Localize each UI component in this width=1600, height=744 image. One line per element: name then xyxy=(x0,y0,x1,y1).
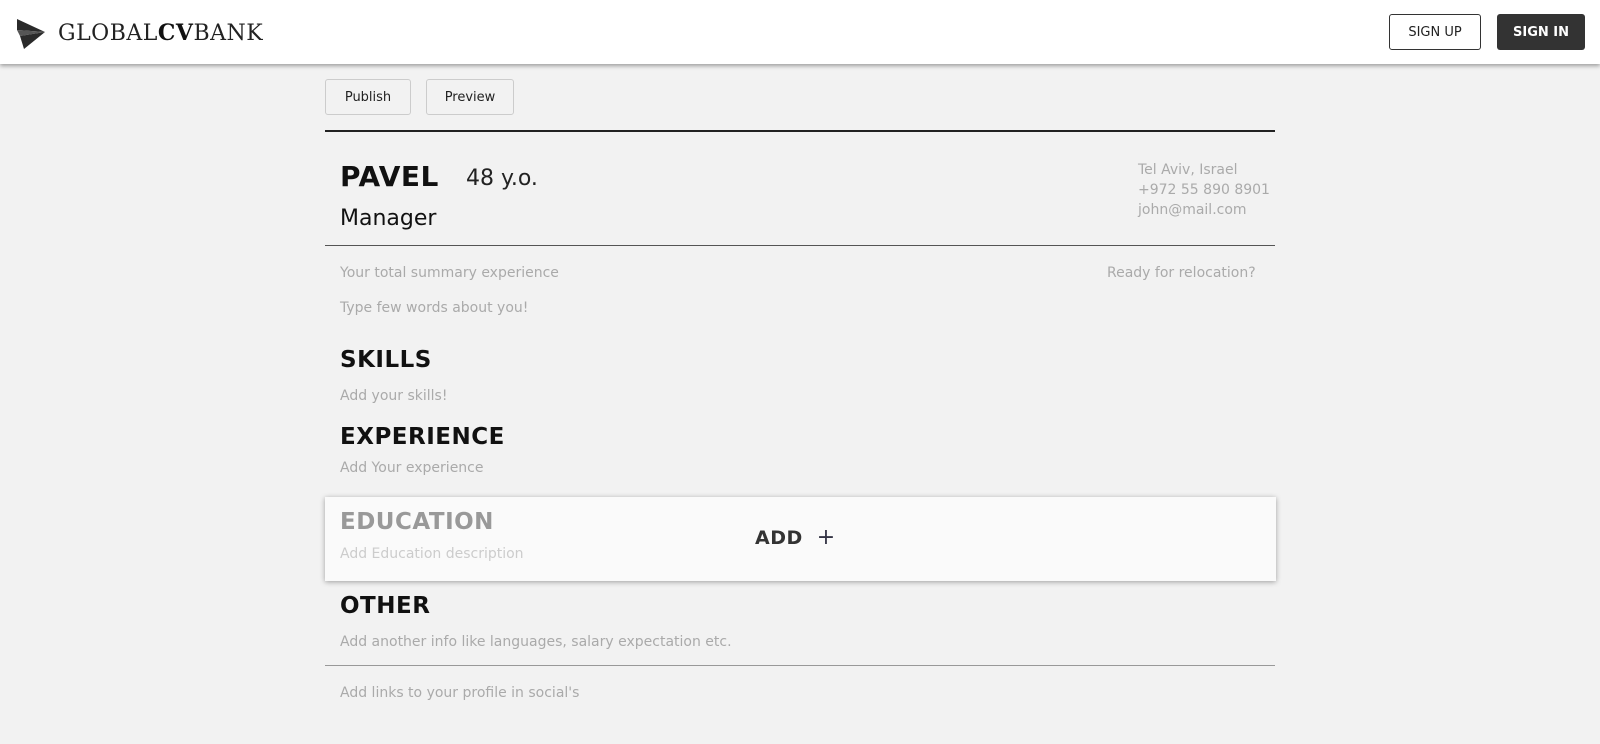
profile-position[interactable]: Manager xyxy=(340,206,436,231)
sign-up-button[interactable]: SIGN UP xyxy=(1389,14,1481,50)
top-navbar: GLOBALCVBANK SIGN UP SIGN IN xyxy=(0,0,1600,64)
skills-field[interactable]: Add your skills! xyxy=(340,388,447,404)
relocation-field[interactable]: Ready for relocation? xyxy=(1107,265,1256,281)
preview-button[interactable]: Preview xyxy=(426,79,514,115)
divider xyxy=(325,245,1275,246)
experience-title: EXPERIENCE xyxy=(340,424,505,450)
contact-location[interactable]: Tel Aviv, Israel xyxy=(1138,162,1238,178)
logo-text: GLOBALCVBANK xyxy=(58,20,264,46)
add-label: ADD xyxy=(755,527,803,549)
social-links-field[interactable]: Add links to your profile in social's xyxy=(340,685,579,701)
publish-button[interactable]: Publish xyxy=(325,79,411,115)
about-field[interactable]: Type few words about you! xyxy=(340,300,528,316)
education-field[interactable]: Add Education description xyxy=(340,546,524,562)
paper-plane-icon xyxy=(17,19,45,49)
divider xyxy=(325,665,1275,666)
contact-phone[interactable]: +972 55 890 8901 xyxy=(1138,182,1270,198)
skills-title: SKILLS xyxy=(340,347,432,373)
profile-name[interactable]: PAVEL xyxy=(340,160,439,193)
summary-experience-field[interactable]: Your total summary experience xyxy=(340,265,559,281)
sign-in-button[interactable]: SIGN IN xyxy=(1497,14,1585,50)
other-field[interactable]: Add another info like languages, salary … xyxy=(340,634,732,650)
education-title: EDUCATION xyxy=(340,509,494,535)
other-title: OTHER xyxy=(340,593,431,619)
add-education-button[interactable]: ADD + xyxy=(755,525,836,550)
experience-field[interactable]: Add Your experience xyxy=(340,460,484,476)
contact-email[interactable]: john@mail.com xyxy=(1138,202,1247,218)
profile-age[interactable]: 48 y.o. xyxy=(466,166,538,191)
divider xyxy=(325,130,1275,132)
logo[interactable]: GLOBALCVBANK xyxy=(16,16,263,50)
plus-icon: + xyxy=(816,525,836,550)
education-section[interactable]: EDUCATION Add Education description ADD … xyxy=(325,497,1276,581)
